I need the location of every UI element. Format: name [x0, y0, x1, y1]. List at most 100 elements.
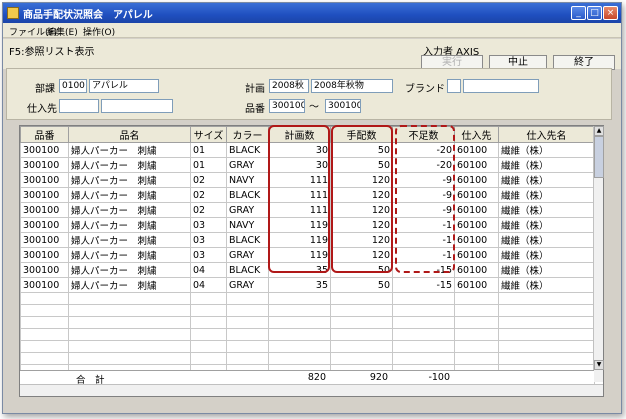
- title-bar[interactable]: 商品手配状況照会 アパレル _ □ ×: [3, 3, 621, 23]
- vertical-scrollbar[interactable]: ▲ ▼: [593, 126, 604, 382]
- table-cell: 繊維（株）: [498, 277, 595, 293]
- table-cell: [68, 316, 191, 329]
- table-cell: 300100: [20, 247, 69, 263]
- table-cell: 繊維（株）: [498, 217, 595, 233]
- scroll-down-icon[interactable]: ▼: [594, 360, 604, 370]
- table-cell: [20, 328, 69, 341]
- brand-label: ブランド: [405, 84, 445, 95]
- table-cell: [20, 352, 69, 365]
- table-cell: 60100: [454, 217, 499, 233]
- dept-name-field: アパレル: [89, 79, 159, 93]
- table-row[interactable]: 300100 婦人パーカー 刺繍 04 GRAY 35 50 -15 60100 繊維（株）: [20, 277, 595, 293]
- table-cell: [190, 316, 227, 329]
- table-cell: GRAY: [226, 247, 269, 263]
- empty-row[interactable]: [20, 352, 595, 365]
- table-cell: 300100: [20, 142, 69, 158]
- table-cell: [226, 316, 269, 329]
- table-cell: [68, 328, 191, 341]
- minimize-icon[interactable]: _: [571, 6, 586, 20]
- table-cell: NAVY: [226, 217, 269, 233]
- col-color[interactable]: カラー: [226, 126, 269, 143]
- total-row: 合 計 820 920 -100: [20, 370, 594, 386]
- col-supplier-name[interactable]: 仕入先名: [498, 126, 595, 143]
- maximize-icon[interactable]: □: [587, 6, 602, 20]
- table-cell: 婦人パーカー 刺繍: [68, 217, 191, 233]
- table-cell: 繊維（株）: [498, 172, 595, 188]
- table-cell: 02: [190, 202, 227, 218]
- table-cell: [392, 292, 455, 305]
- plan-label: 計画: [245, 84, 265, 95]
- table-cell: 繊維（株）: [498, 247, 595, 263]
- empty-row[interactable]: [20, 292, 595, 305]
- highlight-plan-qty: [268, 125, 330, 273]
- table-cell: [268, 340, 331, 353]
- total-plan: 820: [307, 372, 326, 383]
- table-cell: 60100: [454, 157, 499, 173]
- table-cell: [268, 304, 331, 317]
- screen-label: F5:参照リスト表示: [9, 47, 95, 58]
- table-cell: 300100: [20, 232, 69, 248]
- empty-row[interactable]: [20, 304, 595, 317]
- empty-row[interactable]: [20, 316, 595, 329]
- table-cell: [392, 352, 455, 365]
- col-item-name[interactable]: 品名: [68, 126, 191, 143]
- col-item-code[interactable]: 品番: [20, 126, 69, 143]
- table-cell: [20, 316, 69, 329]
- highlight-order-qty: [331, 125, 393, 273]
- table-cell: [454, 352, 499, 365]
- filter-panel: 部課 0100 アパレル 計画 2008秋 2008年秋物 ブランド 仕入先 品…: [6, 68, 612, 120]
- table-cell: 婦人パーカー 刺繍: [68, 262, 191, 278]
- brand-code-field[interactable]: [447, 79, 461, 93]
- col-size[interactable]: サイズ: [190, 126, 227, 143]
- supplier-code-field[interactable]: [59, 99, 99, 113]
- table-cell: [226, 352, 269, 365]
- scroll-thumb[interactable]: [594, 136, 604, 178]
- table-cell: [498, 304, 595, 317]
- table-cell: 60100: [454, 142, 499, 158]
- table-cell: [454, 340, 499, 353]
- close-icon[interactable]: ×: [603, 6, 618, 20]
- table-cell: [454, 328, 499, 341]
- table-cell: [498, 292, 595, 305]
- table-cell: 300100: [20, 187, 69, 203]
- table-cell: 03: [190, 217, 227, 233]
- table-cell: [20, 304, 69, 317]
- table-cell: [68, 304, 191, 317]
- table-cell: [68, 352, 191, 365]
- highlight-short-qty: [395, 125, 455, 273]
- plan-name-field: 2008年秋物: [311, 79, 393, 93]
- table-cell: [268, 352, 331, 365]
- table-cell: BLACK: [226, 142, 269, 158]
- table-cell: NAVY: [226, 172, 269, 188]
- table-cell: [392, 304, 455, 317]
- table-cell: 04: [190, 262, 227, 278]
- table-cell: [268, 316, 331, 329]
- dept-code-field[interactable]: 0100: [59, 79, 87, 93]
- total-order: 920: [369, 372, 388, 383]
- menu-operation[interactable]: 操作(O): [83, 25, 115, 38]
- empty-row[interactable]: [20, 328, 595, 341]
- table-cell: 繊維（株）: [498, 157, 595, 173]
- table-cell: 繊維（株）: [498, 262, 595, 278]
- scroll-up-icon[interactable]: ▲: [594, 126, 604, 136]
- table-cell: 婦人パーカー 刺繍: [68, 232, 191, 248]
- table-cell: [226, 304, 269, 317]
- table-cell: [190, 352, 227, 365]
- item-label: 品番: [245, 104, 265, 115]
- item-from-field[interactable]: 300100: [269, 99, 305, 113]
- table-cell: [190, 304, 227, 317]
- table-cell: [498, 340, 595, 353]
- table-cell: 01: [190, 142, 227, 158]
- item-range-separator: 〜: [309, 102, 319, 113]
- table-cell: 300100: [20, 217, 69, 233]
- plan-code-field[interactable]: 2008秋: [269, 79, 309, 93]
- table-cell: 60100: [454, 262, 499, 278]
- horizontal-scrollbar[interactable]: [20, 384, 603, 396]
- table-cell: 300100: [20, 262, 69, 278]
- table-cell: [226, 328, 269, 341]
- item-to-field[interactable]: 300100: [325, 99, 361, 113]
- col-supplier[interactable]: 仕入先: [454, 126, 499, 143]
- empty-row[interactable]: [20, 340, 595, 353]
- menu-edit[interactable]: 編集(E): [47, 25, 78, 38]
- table-cell: 60100: [454, 277, 499, 293]
